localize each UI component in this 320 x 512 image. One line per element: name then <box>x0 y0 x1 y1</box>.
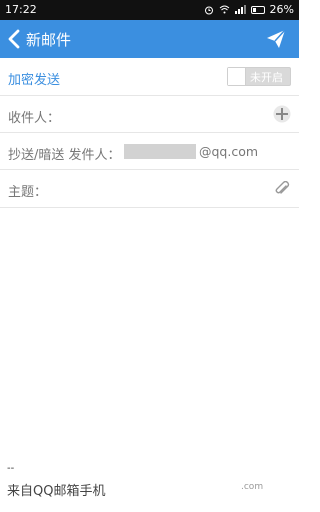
app-bar: 新邮件 <box>0 20 299 58</box>
wifi-icon <box>219 5 229 14</box>
cc-sender-row[interactable]: 抄送/暗送 发件人： @qq.com <box>0 133 299 170</box>
back-chevron-icon[interactable] <box>5 28 25 50</box>
sender-address: @qq.com <box>124 144 258 159</box>
recipient-row[interactable]: 收件人： <box>0 96 299 133</box>
encryption-label: 加密发送 <box>8 73 61 88</box>
toggle-state-label: 未开启 <box>250 71 283 84</box>
alarm-icon <box>204 6 213 14</box>
encryption-row: 加密发送 未开启 <box>0 58 299 96</box>
status-icons: 26% <box>204 3 294 16</box>
toggle-knob <box>228 68 246 85</box>
encryption-toggle[interactable]: 未开启 <box>227 67 291 86</box>
attachment-paperclip-icon[interactable] <box>274 181 290 197</box>
page-title: 新邮件 <box>26 31 72 49</box>
battery-percent: 26% <box>269 3 294 16</box>
recipient-label: 收件人： <box>8 111 61 126</box>
redacted-username <box>124 144 196 159</box>
subject-label: 主题： <box>8 185 48 200</box>
subject-row[interactable]: 主题： <box>0 170 299 208</box>
cc-sender-label: 抄送/暗送 发件人： <box>8 148 121 163</box>
body-editor[interactable] <box>0 208 299 458</box>
signature-separator: -- <box>7 463 15 474</box>
sender-domain: @qq.com <box>199 144 259 159</box>
signature-line: 来自QQ邮箱手机 <box>7 484 106 499</box>
battery-icon <box>250 5 265 14</box>
status-time: 17:22 <box>5 3 37 16</box>
signature-tail: .com <box>241 482 264 492</box>
status-bar: 17:22 26% <box>0 0 299 20</box>
send-paper-plane-icon[interactable] <box>265 28 287 50</box>
add-recipient-icon[interactable] <box>273 105 291 123</box>
signal-icon <box>234 5 246 14</box>
